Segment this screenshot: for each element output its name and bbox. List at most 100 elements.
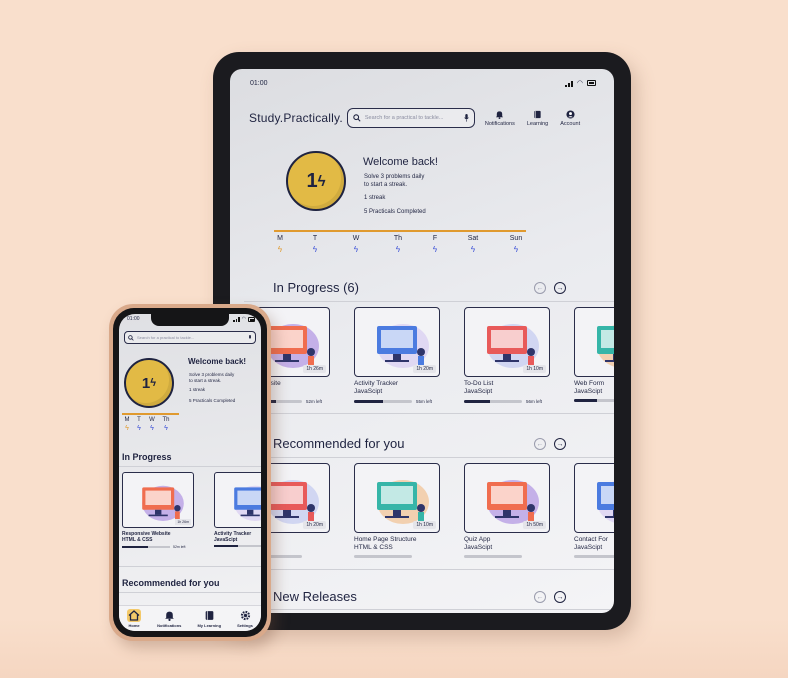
tab-my-learning[interactable]: My Learning — [197, 609, 221, 628]
nav-account[interactable]: Account — [560, 109, 581, 127]
lightning-icon: ϟ — [317, 172, 326, 190]
course-card[interactable]: Activity Tracker JavaScipt — [214, 472, 261, 547]
nav-notifications[interactable]: Notifications — [485, 110, 515, 127]
prev-arrow-icon[interactable]: ← — [534, 438, 546, 450]
search-placeholder: Search for a practical to tackle... — [137, 335, 195, 340]
next-arrow-icon[interactable]: → — [554, 282, 566, 294]
signal-icon — [233, 316, 240, 322]
tab-notifications[interactable]: Notifications — [157, 609, 181, 628]
course-title: Web Form — [574, 380, 605, 387]
nav-learning[interactable]: Learning — [527, 110, 548, 127]
book-icon — [534, 110, 541, 118]
progress-bar — [574, 399, 614, 402]
duration-badge: 1h 20m — [413, 365, 436, 373]
status-time: 01:00 — [250, 79, 268, 87]
tab-my-learning-label: My Learning — [197, 623, 222, 628]
search-input[interactable]: Search for a practical to tackle... — [346, 108, 475, 128]
course-card[interactable]: 1h 10m To-Do List JavaScipt 56m left — [464, 307, 550, 404]
course-title: Contact For — [574, 536, 608, 543]
time-left: 56m left — [526, 399, 543, 404]
course-card[interactable]: Contact For JavaScipt — [574, 463, 614, 558]
progress-row — [574, 399, 614, 402]
course-thumbnail[interactable]: 1h 20m — [354, 307, 440, 377]
signal-icon — [564, 80, 573, 87]
streak-badge: 1ϟ — [286, 151, 346, 211]
battery-icon — [587, 80, 596, 86]
course-language: JavaScipt — [354, 388, 383, 395]
bell-icon — [164, 611, 174, 621]
nav-account-label: Account — [560, 120, 581, 127]
progress-row — [214, 545, 261, 547]
tablet-device: 01:00 ◠ Study.Practically. Search for a … — [213, 52, 631, 630]
practicals-completed: 5 Practicals Completed — [189, 398, 236, 403]
course-card[interactable]: Web Form JavaScipt — [574, 307, 614, 402]
course-title: Home Page Structure — [354, 536, 417, 543]
course-card[interactable]: 1h 10m Home Page Structure HTML & CSS — [354, 463, 440, 558]
status-time: 01:00 — [127, 316, 140, 322]
course-card[interactable]: 1h 20m Activity Tracker JavaScipt 55m le… — [354, 307, 440, 404]
phone-device: 01:00 ◠ Search for a practical to tackle… — [109, 304, 271, 641]
tab-notifications-label: Notifications — [157, 623, 182, 628]
streak-bar — [274, 230, 526, 232]
day-label: W — [352, 235, 360, 242]
illustration-image — [234, 485, 261, 521]
day-label: Sun — [509, 235, 523, 242]
course-language: JavaScipt — [214, 537, 238, 543]
account-icon — [566, 109, 575, 119]
duration-badge: 1h 26m — [303, 365, 326, 373]
course-title: Activity Tracker — [354, 380, 399, 387]
progress-bar — [464, 555, 522, 558]
course-thumbnail[interactable] — [214, 472, 261, 528]
tab-settings[interactable]: Settings — [237, 609, 253, 628]
section-divider — [244, 301, 614, 302]
streak-count: 1 streak — [189, 387, 206, 392]
tablet-status-bar: 01:00 ◠ — [250, 77, 596, 89]
next-arrow-icon[interactable]: → — [554, 438, 566, 450]
wifi-icon: ◠ — [241, 316, 246, 322]
course-thumbnail[interactable]: 1h 10m — [464, 307, 550, 377]
search-icon — [128, 334, 134, 341]
course-card[interactable]: 1h 50m Quiz App JavaScipt — [464, 463, 550, 558]
lightning-icon: ϟ — [164, 425, 168, 432]
section-divider — [119, 592, 261, 593]
lightning-icon: ϟ — [353, 245, 359, 254]
duration-badge: 1h 50m — [523, 521, 546, 529]
welcome-line-1: Solve 3 problems daily — [364, 174, 425, 180]
progress-bar — [354, 400, 412, 403]
section-divider — [119, 566, 261, 567]
lightning-icon: ϟ — [312, 245, 318, 254]
logo[interactable]: Study.Practically. — [249, 111, 343, 125]
course-thumbnail[interactable] — [574, 307, 614, 377]
lightning-icon: ϟ — [150, 377, 157, 389]
recommended-arrows: ← → — [534, 438, 566, 450]
lightning-icon: ϟ — [137, 425, 141, 432]
day-label: M — [277, 235, 283, 242]
course-thumbnail[interactable]: 1h 10m — [354, 463, 440, 533]
day-label: W — [149, 417, 155, 423]
welcome-title: Welcome back! — [188, 357, 247, 366]
streak-badge-number: 1 — [306, 169, 318, 192]
prev-arrow-icon[interactable]: ← — [534, 282, 546, 294]
nav-notifications-label: Notifications — [484, 120, 515, 127]
microphone-icon[interactable] — [248, 334, 252, 341]
section-divider — [244, 569, 614, 570]
search-input[interactable]: Search for a practical to tackle... — [124, 331, 256, 344]
course-thumbnail[interactable]: 1h 50m — [464, 463, 550, 533]
wifi-icon: ◠ — [576, 80, 583, 87]
lightning-icon: ϟ — [395, 245, 401, 254]
search-placeholder: Search for a practical to tackle... — [364, 115, 444, 121]
new-releases-title: New Releases — [273, 589, 357, 604]
next-arrow-icon[interactable]: → — [554, 591, 566, 603]
course-card[interactable]: 1h 26m Responsive Website HTML & CSS 52m… — [122, 472, 194, 549]
prev-arrow-icon[interactable]: ← — [534, 591, 546, 603]
welcome-line-2: to start a streak. — [364, 182, 408, 188]
microphone-icon[interactable] — [464, 114, 469, 122]
course-thumbnail[interactable]: 1h 26m — [122, 472, 194, 528]
day-label: F — [432, 235, 438, 242]
phone-screen: 01:00 ◠ Search for a practical to tackle… — [119, 314, 261, 631]
course-title: To-Do List — [464, 380, 494, 387]
progress-bar — [214, 545, 261, 547]
course-thumbnail[interactable] — [574, 463, 614, 533]
tab-home[interactable]: Home — [127, 609, 142, 628]
new-releases-arrows: ← → — [534, 591, 566, 603]
